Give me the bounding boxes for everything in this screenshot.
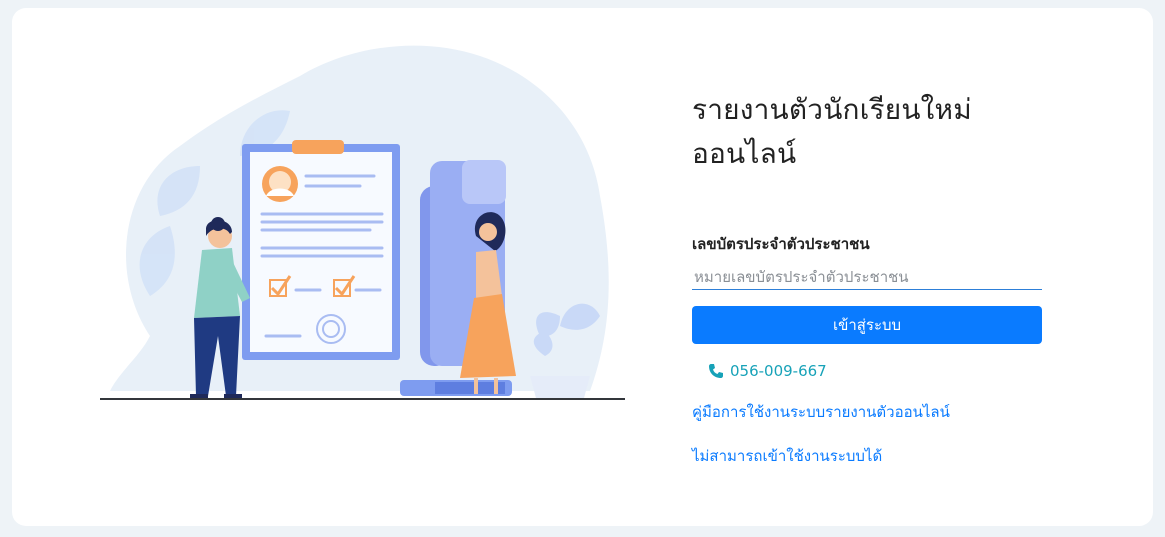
cannot-login-link[interactable]: ไม่สามารถเข้าใช้งานระบบได้	[692, 444, 1042, 468]
id-card-input[interactable]	[692, 264, 1042, 290]
user-manual-link[interactable]: คู่มือการใช้งานระบบรายงานตัวออนไลน์	[692, 400, 1042, 424]
registration-illustration	[100, 45, 625, 400]
id-card-label: เลขบัตรประจำตัวประชาชน	[692, 235, 870, 253]
phone-contact: 056-009-667	[708, 362, 1042, 380]
login-button[interactable]: เข้าสู่ระบบ	[692, 306, 1042, 344]
page-title: รายงานตัวนักเรียนใหม่ออนไลน์	[692, 93, 972, 170]
login-card: รายงานตัวนักเรียนใหม่ออนไลน์ เลขบัตรประจ…	[12, 8, 1153, 526]
phone-number: 056-009-667	[730, 362, 827, 380]
login-form: รายงานตัวนักเรียนใหม่ออนไลน์ เลขบัตรประจ…	[692, 88, 1042, 468]
phone-icon	[708, 363, 724, 379]
